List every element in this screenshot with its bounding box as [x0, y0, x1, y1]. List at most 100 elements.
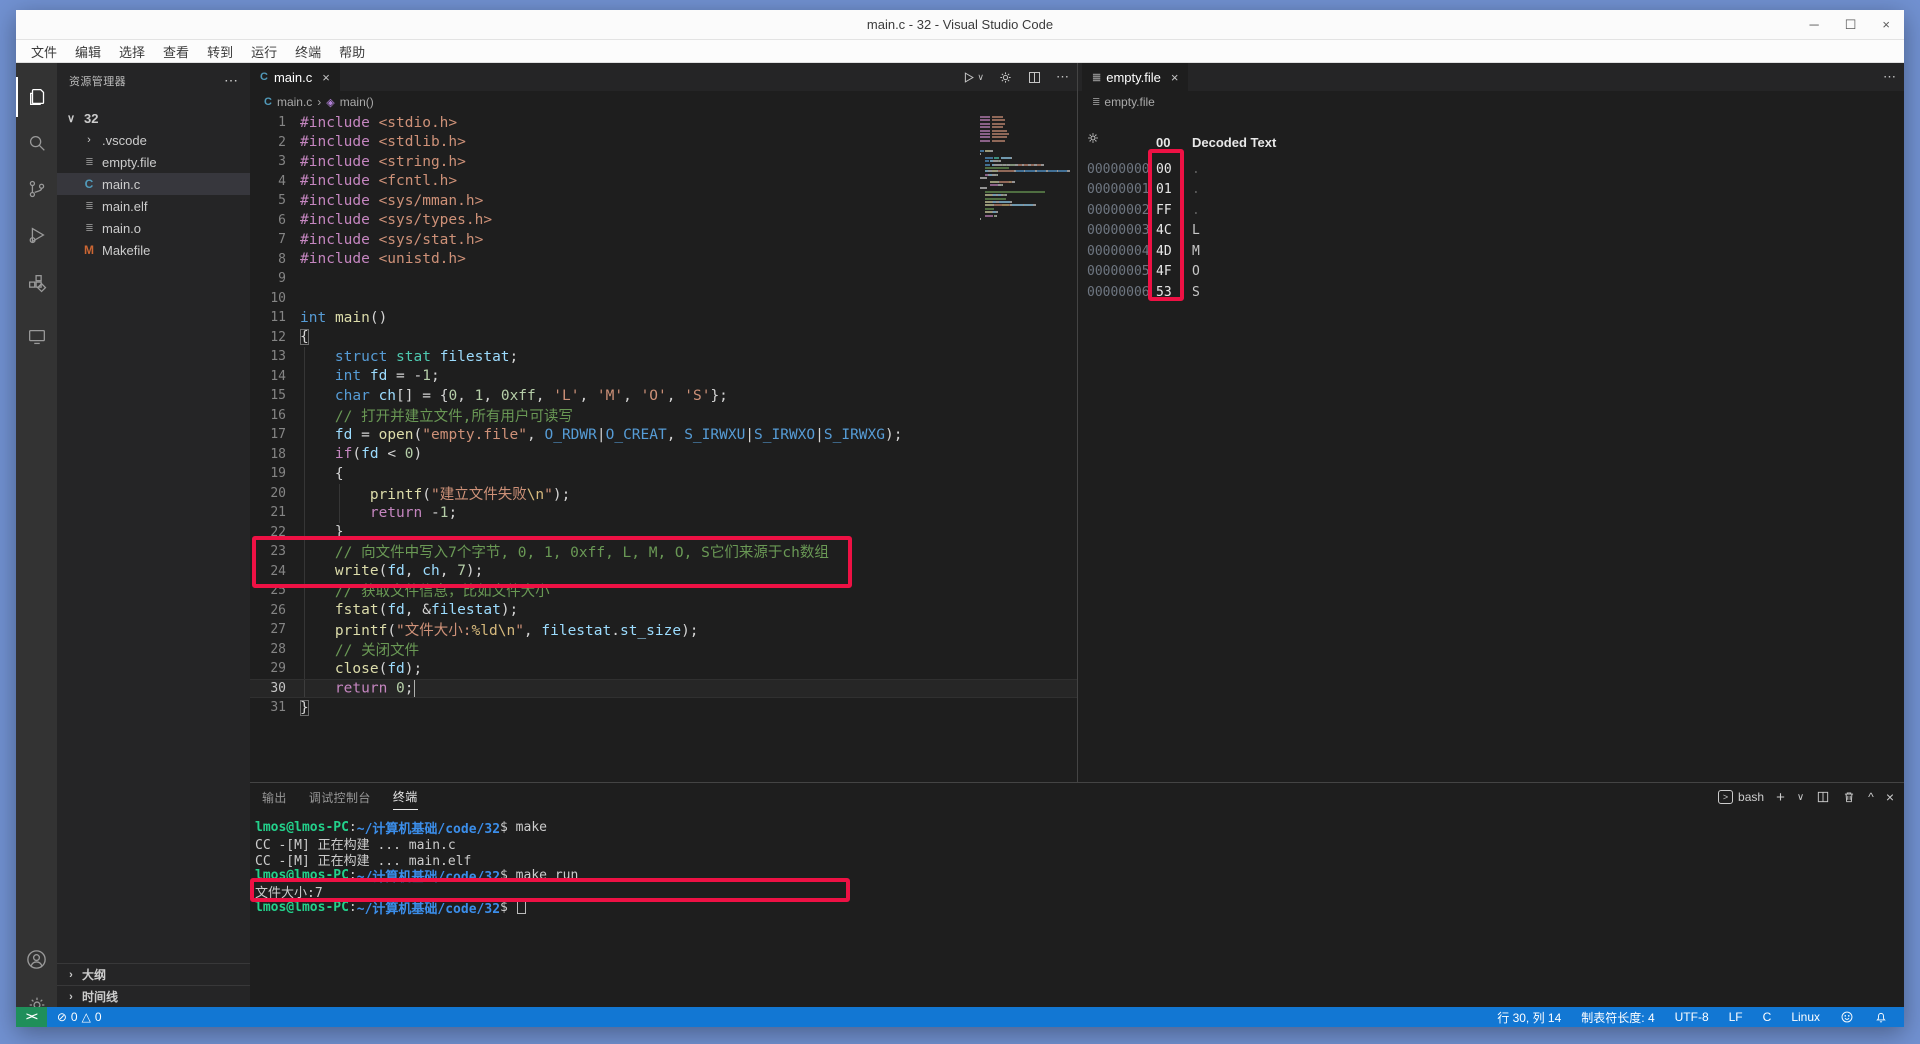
tree-item-main.elf[interactable]: ≣main.elf [57, 195, 250, 217]
hex-byte-value[interactable]: 00 [1156, 162, 1172, 177]
maximize-panel-icon[interactable]: ^ [1868, 790, 1874, 804]
hex-byte-value[interactable]: FF [1156, 203, 1172, 218]
search-icon[interactable] [16, 123, 57, 163]
minimize-button[interactable]: ─ [1810, 18, 1819, 31]
hex-row-00000006[interactable]: 0000000653S [1078, 282, 1904, 303]
code-line-24[interactable]: 24 write(fd, ch, 7); [250, 562, 1077, 582]
hex-viewer[interactable]: 00 Decoded Text 0000000000.0000000101.00… [1078, 113, 1904, 782]
code-line-29[interactable]: 29 close(fd); [250, 659, 1077, 679]
hex-row-00000004[interactable]: 000000044DM [1078, 241, 1904, 262]
account-icon[interactable] [16, 939, 57, 979]
code-line-30[interactable]: 30 return 0; [250, 679, 1077, 699]
hex-row-00000002[interactable]: 00000002FF. [1078, 200, 1904, 221]
status-os[interactable]: Linux [1785, 1010, 1826, 1024]
run-debug-icon[interactable] [16, 215, 57, 255]
code-line-7[interactable]: 7#include <sys/stat.h> [250, 230, 1077, 250]
tree-root-folder[interactable]: ∨32 [57, 107, 250, 129]
code-line-22[interactable]: 22 } [250, 523, 1077, 543]
sidebar-more-actions-icon[interactable]: ⋯ [224, 72, 238, 89]
outline-section[interactable]: › 大纲 [57, 963, 250, 985]
status-cursor-position[interactable]: 行 30, 列 14 [1491, 1009, 1567, 1026]
code-line-13[interactable]: 13 struct stat filestat; [250, 347, 1077, 367]
panel-tab-输出[interactable]: 输出 [262, 785, 287, 810]
menu-转到[interactable]: 转到 [198, 42, 242, 61]
hex-row-00000001[interactable]: 0000000101. [1078, 180, 1904, 201]
hex-row-00000000[interactable]: 0000000000. [1078, 159, 1904, 180]
hex-row-00000005[interactable]: 000000054FO [1078, 262, 1904, 283]
code-line-9[interactable]: 9 [250, 269, 1077, 289]
split-terminal-icon[interactable] [1816, 790, 1830, 804]
hex-row-00000003[interactable]: 000000034CL [1078, 221, 1904, 242]
code-line-14[interactable]: 14 int fd = -1; [250, 367, 1077, 387]
breadcrumb-file[interactable]: empty.file [1104, 95, 1154, 109]
code-line-10[interactable]: 10 [250, 289, 1077, 309]
source-control-icon[interactable] [16, 169, 57, 209]
explorer-icon[interactable] [16, 77, 57, 117]
code-line-12[interactable]: 12{ [250, 328, 1077, 348]
maximize-button[interactable]: ☐ [1845, 18, 1857, 31]
breadcrumb-symbol[interactable]: main() [340, 95, 374, 109]
tab-close-icon[interactable]: × [322, 70, 330, 85]
tree-item-empty.file[interactable]: ≣empty.file [57, 151, 250, 173]
close-panel-icon[interactable]: × [1886, 789, 1894, 805]
gear-icon[interactable] [998, 70, 1013, 85]
code-line-11[interactable]: 11int main() [250, 308, 1077, 328]
code-line-19[interactable]: 19 { [250, 464, 1077, 484]
remote-explorer-icon[interactable] [16, 317, 57, 357]
status-eol[interactable]: LF [1723, 1010, 1749, 1024]
timeline-section[interactable]: › 时间线 [57, 985, 250, 1007]
hex-byte-value[interactable]: 4C [1156, 223, 1172, 238]
settings-gear-icon[interactable]: 1 [16, 985, 57, 1007]
menu-运行[interactable]: 运行 [242, 42, 286, 61]
status-encoding[interactable]: UTF-8 [1669, 1010, 1715, 1024]
hex-byte-value[interactable]: 53 [1156, 285, 1172, 300]
breadcrumb-hex[interactable]: ≣ empty.file [1078, 91, 1904, 113]
tree-item-.vscode[interactable]: ›.vscode [57, 129, 250, 151]
tree-item-Makefile[interactable]: MMakefile [57, 239, 250, 261]
code-line-6[interactable]: 6#include <sys/types.h> [250, 211, 1077, 231]
status-language[interactable]: C [1757, 1010, 1778, 1024]
code-line-15[interactable]: 15 char ch[] = {0, 1, 0xff, 'L', 'M', 'O… [250, 386, 1077, 406]
menu-查看[interactable]: 查看 [154, 42, 198, 61]
code-line-28[interactable]: 28 // 关闭文件 [250, 640, 1077, 660]
terminal[interactable]: lmos@lmos-PC:~/计算机基础/code/32$ makeCC -[M… [255, 819, 1904, 1007]
tree-item-main.o[interactable]: ≣main.o [57, 217, 250, 239]
code-line-18[interactable]: 18 if(fd < 0) [250, 445, 1077, 465]
tab-main-c[interactable]: C main.c × [250, 63, 340, 91]
menu-终端[interactable]: 终端 [286, 42, 330, 61]
new-terminal-icon[interactable]: + [1776, 789, 1785, 806]
panel-tab-调试控制台[interactable]: 调试控制台 [309, 785, 371, 810]
hex-byte-value[interactable]: 4D [1156, 244, 1172, 259]
more-actions-icon[interactable]: ⋯ [1056, 69, 1069, 85]
kill-terminal-icon[interactable] [1842, 790, 1856, 804]
close-button[interactable]: × [1882, 18, 1890, 31]
breadcrumb-file[interactable]: main.c [277, 95, 312, 109]
hex-settings-gear-icon[interactable] [1086, 131, 1100, 149]
split-editor-icon[interactable] [1027, 70, 1042, 85]
code-line-1[interactable]: 1#include <stdio.h> [250, 113, 1077, 133]
extensions-icon[interactable] [16, 263, 57, 303]
menu-选择[interactable]: 选择 [110, 42, 154, 61]
feedback-icon[interactable] [1834, 1010, 1860, 1024]
menu-帮助[interactable]: 帮助 [330, 42, 374, 61]
tab-close-icon[interactable]: × [1171, 70, 1179, 85]
code-line-4[interactable]: 4#include <fcntl.h> [250, 172, 1077, 192]
menu-编辑[interactable]: 编辑 [66, 42, 110, 61]
code-line-3[interactable]: 3#include <string.h> [250, 152, 1077, 172]
code-line-20[interactable]: 20 printf("建立文件失败\n"); [250, 484, 1077, 504]
code-line-2[interactable]: 2#include <stdlib.h> [250, 133, 1077, 153]
code-line-8[interactable]: 8#include <unistd.h> [250, 250, 1077, 270]
hex-byte-value[interactable]: 01 [1156, 182, 1172, 197]
more-actions-icon[interactable]: ⋯ [1883, 69, 1896, 85]
run-c-file-button[interactable]: ∨ [961, 70, 984, 85]
code-line-31[interactable]: 31} [250, 698, 1077, 718]
code-editor[interactable]: 1#include <stdio.h>2#include <stdlib.h>3… [250, 113, 1077, 782]
tree-item-main.c[interactable]: Cmain.c [57, 173, 250, 195]
menu-文件[interactable]: 文件 [22, 42, 66, 61]
status-tab-size[interactable]: 制表符长度: 4 [1575, 1009, 1660, 1026]
notifications-bell-icon[interactable] [1868, 1010, 1894, 1024]
code-line-25[interactable]: 25 // 获取文件信息，比如文件大小 [250, 581, 1077, 601]
terminal-picker[interactable]: > bash [1718, 790, 1764, 804]
tab-empty-file[interactable]: ≣ empty.file × [1082, 63, 1188, 91]
code-line-17[interactable]: 17 fd = open("empty.file", O_RDWR|O_CREA… [250, 425, 1077, 445]
